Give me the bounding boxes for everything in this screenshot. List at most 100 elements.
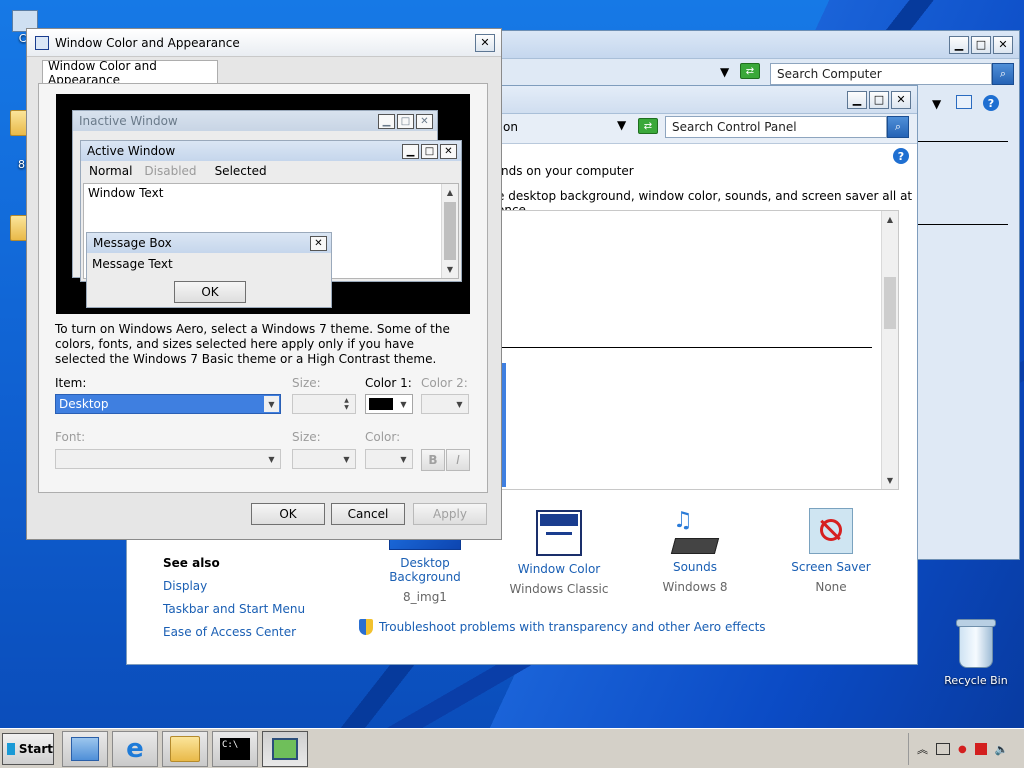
preview-message-box: Message Box ✕ Message Text OK (86, 232, 332, 308)
start-button[interactable]: Start (2, 733, 54, 765)
computer-window-titlebar[interactable]: ▁ □ ✕ (496, 31, 1019, 59)
size-spinner[interactable]: ▲ ▼ (292, 394, 356, 414)
taskbar-file-explorer[interactable] (162, 731, 208, 767)
scroll-down-icon[interactable]: ▼ (882, 472, 898, 489)
close-button[interactable]: ✕ (993, 35, 1013, 54)
taskbar-command-prompt[interactable]: C:\ (212, 731, 258, 767)
font-select[interactable]: ▼ (55, 449, 281, 469)
preview-pane-icon[interactable] (956, 95, 972, 109)
item-label: Item: (55, 376, 87, 390)
search-computer-input[interactable]: Search Computer (770, 63, 992, 85)
color2-picker[interactable]: ▼ (421, 394, 469, 414)
taskbar-internet-explorer[interactable]: e (112, 731, 158, 767)
minimize-button[interactable]: ▁ (949, 35, 969, 54)
control-panel-icon (272, 738, 298, 760)
spinner-icon[interactable]: ▲ ▼ (339, 396, 354, 412)
font-label: Font: (55, 430, 86, 444)
taskbar-control-panel[interactable] (262, 731, 308, 767)
cancel-button[interactable]: Cancel (331, 503, 405, 525)
server-manager-icon (71, 737, 99, 761)
preview-menu-normal: Normal (89, 164, 133, 178)
color-swatch (369, 398, 393, 410)
chevron-down-icon[interactable]: ▼ (339, 451, 354, 467)
taskbar-server-manager[interactable] (62, 731, 108, 767)
chevron-down-icon[interactable]: ▼ (396, 396, 411, 412)
refresh-icon[interactable]: ⇄ (638, 118, 658, 134)
maximize-button[interactable]: □ (971, 35, 991, 54)
alert-icon[interactable]: ● (958, 744, 967, 755)
search-control-panel-input[interactable]: Search Control Panel (665, 116, 887, 138)
minimize-icon: ▁ (402, 143, 419, 159)
divider (916, 141, 1008, 142)
divider (916, 224, 1008, 225)
link-display[interactable]: Display (163, 579, 207, 593)
volume-icon[interactable]: 🔈 (995, 743, 1009, 756)
recycle-bin-icon (956, 619, 996, 668)
minimize-icon: ▁ (378, 113, 395, 129)
refresh-icon[interactable]: ⇄ (740, 63, 760, 79)
taskbar: Start e C:\ ︽ ● 🔈 (0, 728, 1024, 768)
action-center-icon[interactable] (974, 743, 987, 755)
preview-menu-selected: Selected (214, 164, 267, 178)
bold-button[interactable]: B (421, 449, 445, 471)
desktop-icon-recycle-bin[interactable]: Recycle Bin (940, 619, 1012, 687)
maximize-button[interactable]: □ (869, 90, 889, 109)
item-select[interactable]: Desktop ▼ (55, 394, 281, 414)
desktop-icon-label: Recycle Bin (944, 674, 1008, 687)
show-hidden-icons-icon[interactable]: ︽ (917, 741, 928, 757)
troubleshoot-link[interactable]: Troubleshoot problems with transparency … (379, 620, 766, 634)
search-icon[interactable]: ⌕ (887, 116, 909, 138)
scroll-up-icon: ▲ (446, 188, 454, 197)
close-button[interactable]: ✕ (891, 90, 911, 109)
preview-menu-disabled: Disabled (144, 164, 197, 178)
address-dropdown-icon[interactable]: ▼ (617, 118, 626, 132)
network-icon[interactable] (936, 743, 950, 755)
shield-icon (359, 619, 373, 635)
theme-list[interactable]: ▲ ▼ (501, 210, 899, 490)
scroll-thumb[interactable] (884, 277, 896, 329)
color2-label: Color 2: (421, 376, 468, 390)
chevron-down-icon[interactable]: ▼ (452, 396, 467, 412)
minimize-button[interactable]: ▁ (847, 90, 867, 109)
font-color-label: Color: (365, 430, 401, 444)
dialog-titlebar[interactable]: Window Color and Appearance ✕ (27, 29, 501, 57)
help-icon[interactable]: ? (983, 95, 999, 111)
link-ease-of-access[interactable]: Ease of Access Center (163, 625, 296, 639)
window-color-icon (536, 510, 582, 556)
category-screen-saver[interactable]: Screen Saver None (771, 508, 891, 594)
command-prompt-icon: C:\ (220, 738, 250, 760)
view-options-icon[interactable]: ▼ (932, 97, 941, 111)
maximize-icon: □ (421, 143, 438, 159)
search-icon[interactable]: ⌕ (992, 63, 1014, 85)
preview-ok-button: OK (174, 281, 246, 303)
italic-button[interactable]: I (446, 449, 470, 471)
apply-button[interactable]: Apply (413, 503, 487, 525)
chevron-down-icon[interactable]: ▼ (264, 451, 279, 467)
internet-explorer-icon: e (126, 734, 144, 764)
dialog-title: Window Color and Appearance (55, 35, 240, 50)
troubleshoot-row[interactable]: Troubleshoot problems with transparency … (359, 619, 766, 635)
chevron-down-icon[interactable]: ▼ (264, 396, 279, 412)
color1-picker[interactable]: ▼ (365, 394, 413, 414)
appearance-preview: Inactive Window ▁ □ ✕ Active Window ▁ □ … (56, 94, 470, 314)
chevron-down-icon[interactable]: ▼ (396, 451, 411, 467)
page-heading: nds on your computer (501, 164, 634, 178)
category-sounds[interactable]: ♫ Sounds Windows 8 (635, 508, 755, 594)
theme-list-scrollbar[interactable]: ▲ ▼ (881, 211, 898, 489)
link-taskbar-start-menu[interactable]: Taskbar and Start Menu (163, 602, 305, 616)
category-window-color[interactable]: Window Color Windows Classic (499, 510, 619, 596)
size-label: Size: (292, 376, 321, 390)
help-icon[interactable]: ? (893, 148, 909, 164)
system-tray: ︽ ● 🔈 (908, 733, 1024, 765)
ok-button[interactable]: OK (251, 503, 325, 525)
divider (502, 347, 872, 348)
address-dropdown-icon[interactable]: ▼ (720, 65, 729, 79)
scroll-up-icon[interactable]: ▲ (882, 211, 898, 228)
tab-window-color-appearance[interactable]: Window Color and Appearance (42, 59, 218, 87)
close-icon: ✕ (440, 143, 457, 159)
selected-theme-edge (502, 363, 506, 487)
sounds-icon: ♫ (670, 508, 720, 554)
font-color-picker[interactable]: ▼ (365, 449, 413, 469)
close-button[interactable]: ✕ (475, 33, 495, 52)
font-size-select[interactable]: ▼ (292, 449, 356, 469)
